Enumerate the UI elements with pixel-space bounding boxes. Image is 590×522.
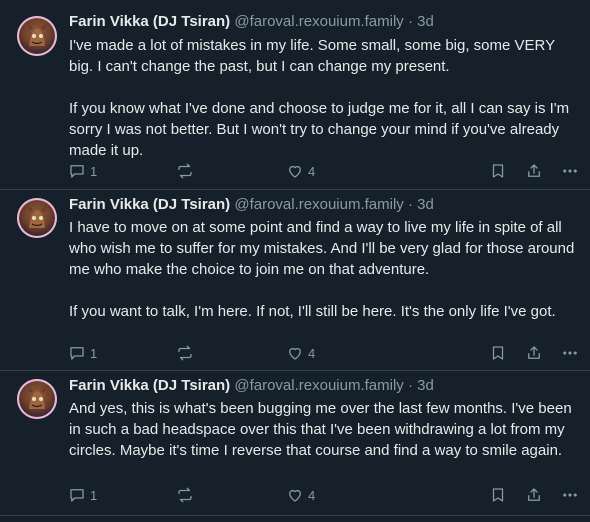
post-header: Farin Vikka (DJ Tsiran) @faroval.rexouiu… [69, 12, 434, 32]
author-name[interactable]: Farin Vikka (DJ Tsiran) [69, 196, 230, 213]
like-button[interactable]: 4 [286, 343, 315, 363]
post-actions: 1 4 [64, 343, 584, 363]
bookmark-button[interactable] [489, 161, 507, 181]
more-icon [563, 493, 577, 497]
post-body: I've made a lot of mistakes in my life. … [69, 35, 579, 161]
post-header: Farin Vikka (DJ Tsiran) @faroval.rexouiu… [69, 376, 434, 396]
post-actions: 1 4 [64, 161, 584, 181]
reply-count: 1 [90, 487, 98, 503]
like-count: 4 [308, 487, 316, 503]
author-name[interactable]: Farin Vikka (DJ Tsiran) [69, 377, 230, 394]
avatar[interactable] [17, 379, 57, 419]
post-paragraph: If you know what I've done and choose to… [69, 100, 570, 159]
like-button[interactable]: 4 [286, 485, 315, 505]
post-paragraph: I've made a lot of mistakes in my life. … [69, 37, 555, 75]
share-icon [528, 346, 540, 359]
share-icon [528, 488, 540, 501]
separator: · [407, 13, 413, 30]
thread-feed: Farin Vikka (DJ Tsiran) @faroval.rexouiu… [0, 0, 590, 522]
author-handle[interactable]: @faroval.rexouium.family [234, 196, 403, 213]
post-time[interactable]: 3d [417, 13, 434, 30]
bookmark-icon [492, 164, 504, 178]
reply-icon [70, 347, 84, 360]
bookmark-icon [492, 488, 504, 502]
author-handle[interactable]: @faroval.rexouium.family [234, 13, 403, 30]
separator: · [407, 196, 413, 213]
post-paragraph: I have to move on at some point and find… [69, 219, 575, 278]
share-button[interactable] [525, 485, 543, 505]
separator: · [407, 377, 413, 394]
more-icon [563, 351, 577, 355]
post-body: And yes, this is what's been bugging me … [69, 398, 579, 461]
reply-button[interactable]: 1 [68, 343, 97, 363]
post-paragraph: If you want to talk, I'm here. If not, I… [69, 303, 556, 320]
reply-icon [70, 165, 84, 178]
repost-icon [178, 163, 192, 179]
post[interactable]: Farin Vikka (DJ Tsiran) @faroval.rexouiu… [0, 190, 590, 368]
like-count: 4 [308, 163, 316, 179]
author-name[interactable]: Farin Vikka (DJ Tsiran) [69, 13, 230, 30]
share-icon [528, 164, 540, 177]
avatar[interactable] [17, 16, 57, 56]
bookmark-icon [492, 346, 504, 360]
more-button[interactable] [561, 343, 579, 363]
reply-button[interactable]: 1 [68, 161, 97, 181]
more-button[interactable] [561, 161, 579, 181]
repost-icon [178, 487, 192, 503]
heart-icon [289, 347, 301, 360]
post-time[interactable]: 3d [417, 377, 434, 394]
reply-icon [70, 489, 84, 502]
share-button[interactable] [525, 161, 543, 181]
more-button[interactable] [561, 485, 579, 505]
heart-icon [289, 489, 301, 502]
repost-button[interactable] [176, 161, 194, 181]
post-header: Farin Vikka (DJ Tsiran) @faroval.rexouiu… [69, 195, 434, 215]
like-button[interactable]: 4 [286, 161, 315, 181]
heart-icon [289, 165, 301, 178]
author-handle[interactable]: @faroval.rexouium.family [234, 377, 403, 394]
post-divider [0, 515, 590, 516]
reply-button[interactable]: 1 [68, 485, 97, 505]
repost-button[interactable] [176, 343, 194, 363]
like-count: 4 [308, 345, 316, 361]
avatar[interactable] [17, 198, 57, 238]
repost-icon [178, 345, 192, 361]
bookmark-button[interactable] [489, 343, 507, 363]
more-icon [563, 169, 577, 173]
reply-count: 1 [90, 163, 98, 179]
post-body: I have to move on at some point and find… [69, 217, 579, 322]
share-button[interactable] [525, 343, 543, 363]
post-paragraph: And yes, this is what's been bugging me … [69, 400, 572, 459]
post[interactable]: Farin Vikka (DJ Tsiran) @faroval.rexouiu… [0, 0, 590, 188]
post-actions: 1 4 [64, 485, 584, 505]
post-time[interactable]: 3d [417, 196, 434, 213]
reply-count: 1 [90, 345, 98, 361]
repost-button[interactable] [176, 485, 194, 505]
bookmark-button[interactable] [489, 485, 507, 505]
post[interactable]: Farin Vikka (DJ Tsiran) @faroval.rexouiu… [0, 371, 590, 522]
